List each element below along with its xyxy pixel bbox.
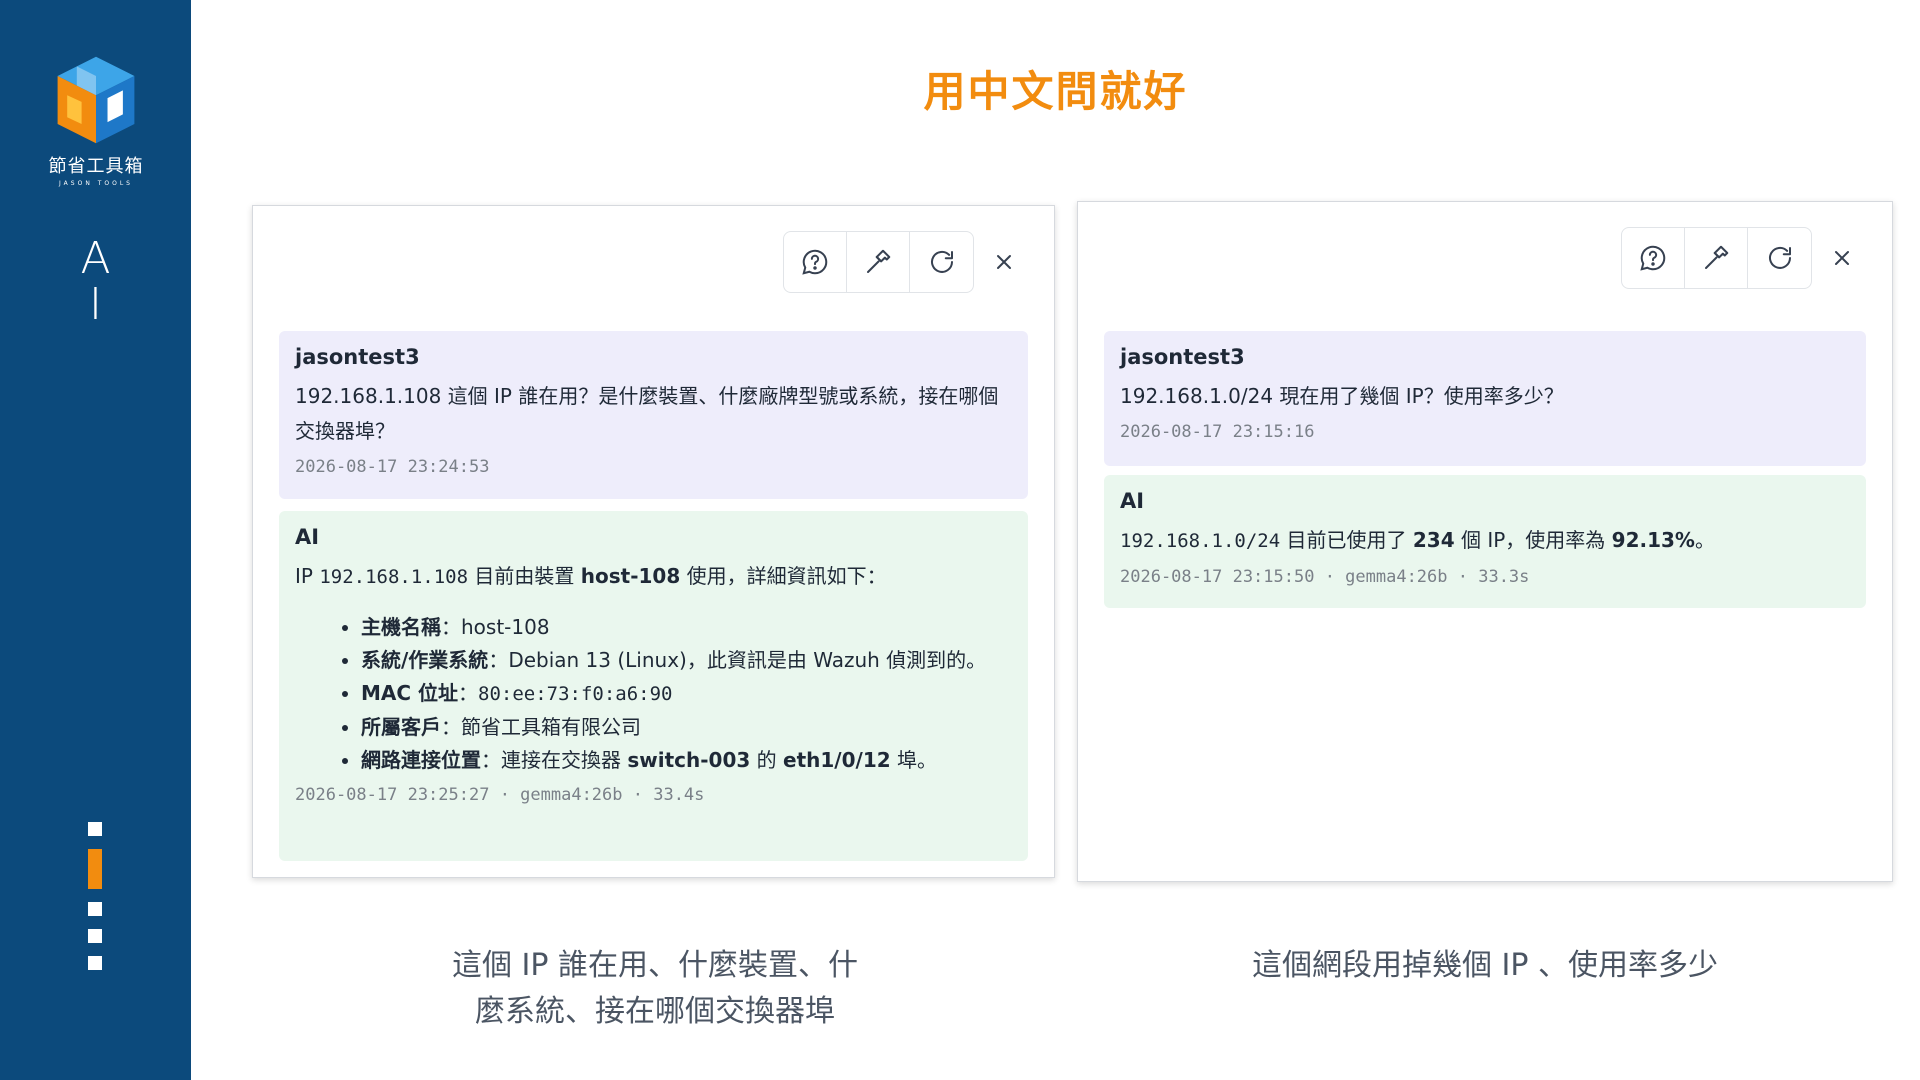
toolbar-button-group	[783, 231, 974, 293]
message-timestamp: 2026-08-17 23:24:53	[295, 457, 490, 477]
tools-button[interactable]	[1685, 228, 1748, 288]
caption-right: 這個網段用掉幾個 IP 、使用率多少	[1251, 948, 1718, 983]
user-message: jasontest3 192.168.1.108 這個 IP 誰在用？是什麼裝置…	[279, 331, 1028, 499]
message-author: AI	[295, 525, 320, 549]
caption-line: 這個 IP 誰在用、什麼裝置、什	[451, 948, 858, 983]
message-author: AI	[1120, 489, 1145, 513]
help-button[interactable]	[1622, 228, 1685, 288]
text-segment: 使用，詳細資訊如下：	[680, 564, 887, 588]
hammer-icon	[867, 249, 891, 273]
progress-dot	[88, 902, 102, 916]
item-value: host-108	[461, 615, 550, 639]
logo: 節省工具箱 JASON TOOLS	[42, 52, 150, 187]
list-item: 網路連接位置：連接在交換器 switch-003 的 eth1/0/12 埠。	[361, 744, 1012, 777]
chat-panel-left: jasontest3 192.168.1.108 這個 IP 誰在用？是什麼裝置…	[252, 205, 1055, 878]
close-button[interactable]	[974, 232, 1034, 292]
refresh-icon	[930, 250, 953, 273]
help-circle-icon	[1640, 245, 1666, 271]
chat-panel-right: jasontest3 192.168.1.0/24 現在用了幾個 IP？使用率多…	[1077, 201, 1893, 882]
message-author: jasontest3	[1120, 345, 1245, 369]
caption-left: 這個 IP 誰在用、什麼裝置、什 麼系統、接在哪個交換器埠	[420, 943, 890, 1035]
switch-name: switch-003	[627, 748, 751, 772]
progress-dot	[88, 822, 102, 836]
item-separator: ：	[441, 615, 461, 639]
used-count: 234	[1412, 528, 1455, 552]
item-label: 網路連接位置	[361, 748, 481, 772]
progress-dot	[88, 956, 102, 970]
item-label: 所屬客戶	[361, 715, 441, 739]
item-separator: ：	[458, 681, 479, 705]
text-segment: 個 IP，使用率為	[1454, 528, 1612, 552]
item-value: Debian 13 (Linux)，此資訊是由 Wazuh 偵測到的。	[508, 648, 987, 672]
refresh-button[interactable]	[910, 232, 973, 292]
slide-progress	[88, 822, 102, 983]
text-segment: IP	[295, 564, 320, 588]
close-icon	[997, 255, 1011, 269]
refresh-button[interactable]	[1748, 228, 1811, 288]
text-segment: 目前已使用了	[1280, 528, 1413, 552]
subnet: 192.168.1.0/24	[1120, 530, 1281, 552]
item-value: 埠。	[890, 748, 938, 772]
item-separator: ：	[441, 715, 461, 739]
item-separator: ：	[488, 648, 509, 672]
ai-message: AI 192.168.1.0/24 目前已使用了 234 個 IP，使用率為 9…	[1104, 475, 1866, 608]
caption-line: 麼系統、接在哪個交換器埠	[475, 994, 835, 1029]
hammer-icon	[1705, 245, 1729, 269]
item-separator: ：	[481, 748, 501, 772]
item-value: 連接在交換器	[501, 748, 628, 772]
tools-button[interactable]	[847, 232, 910, 292]
page-title: 用中文問就好	[923, 67, 1188, 116]
logo-cube-icon	[57, 56, 135, 144]
message-text: 192.168.1.0/24 目前已使用了 234 個 IP，使用率為 92.1…	[1120, 523, 1850, 559]
close-button[interactable]	[1812, 228, 1872, 288]
ai-message: AI IP 192.168.1.108 目前由裝置 host-108 使用，詳細…	[279, 511, 1028, 861]
message-text: 192.168.1.108 這個 IP 誰在用？是什麼裝置、什麼廠牌型號或系統，…	[295, 384, 999, 443]
message-text: 192.168.1.0/24 現在用了幾個 IP？使用率多少？	[1120, 384, 1564, 408]
text-segment: 。	[1694, 528, 1715, 552]
detail-list: 主機名稱：host-108 系統/作業系統：Debian 13 (Linux)，…	[295, 611, 1012, 777]
ip-address: 192.168.1.108	[319, 566, 469, 588]
progress-dot	[88, 929, 102, 943]
item-label: 主機名稱	[361, 615, 441, 639]
toolbar-button-group	[1621, 227, 1812, 289]
hostname: host-108	[580, 564, 681, 588]
message-meta: 2026-08-17 23:25:27 · gemma4:26b · 33.4s	[295, 785, 705, 805]
user-message: jasontest3 192.168.1.0/24 現在用了幾個 IP？使用率多…	[1104, 331, 1866, 466]
chat-toolbar	[783, 230, 1034, 294]
sidebar: 節省工具箱 JASON TOOLS A I	[0, 0, 191, 1080]
item-value: 的	[750, 748, 784, 772]
refresh-icon	[1768, 246, 1791, 269]
item-value: 節省工具箱有限公司	[461, 715, 641, 739]
chat-toolbar	[1621, 226, 1872, 290]
help-circle-icon	[802, 249, 828, 275]
section-title: A I	[0, 236, 191, 328]
list-item: 所屬客戶：節省工具箱有限公司	[361, 711, 1012, 744]
progress-dot-active	[88, 849, 102, 889]
list-item: MAC 位址：80:ee:73:f0:a6:90	[361, 677, 1012, 711]
close-icon	[1835, 251, 1849, 265]
help-button[interactable]	[784, 232, 847, 292]
port-name: eth1/0/12	[783, 748, 891, 772]
list-item: 系統/作業系統：Debian 13 (Linux)，此資訊是由 Wazuh 偵測…	[361, 644, 1012, 677]
usage-rate: 92.13%	[1611, 528, 1695, 552]
section-title-line2: I	[89, 279, 102, 330]
message-text: IP 192.168.1.108 目前由裝置 host-108 使用，詳細資訊如…	[295, 559, 1012, 595]
item-label: MAC 位址	[361, 681, 459, 705]
list-item: 主機名稱：host-108	[361, 611, 1012, 644]
text-segment: 目前由裝置	[468, 564, 581, 588]
logo-subtext: JASON TOOLS	[59, 180, 133, 187]
item-label: 系統/作業系統	[361, 648, 489, 672]
message-meta: 2026-08-17 23:15:50 · gemma4:26b · 33.3s	[1120, 567, 1530, 587]
logo-text: 節省工具箱	[48, 156, 144, 177]
message-author: jasontest3	[295, 345, 420, 369]
section-title-line1: A	[80, 233, 111, 284]
message-timestamp: 2026-08-17 23:15:16	[1120, 422, 1315, 442]
item-value: 80:ee:73:f0:a6:90	[478, 683, 673, 705]
